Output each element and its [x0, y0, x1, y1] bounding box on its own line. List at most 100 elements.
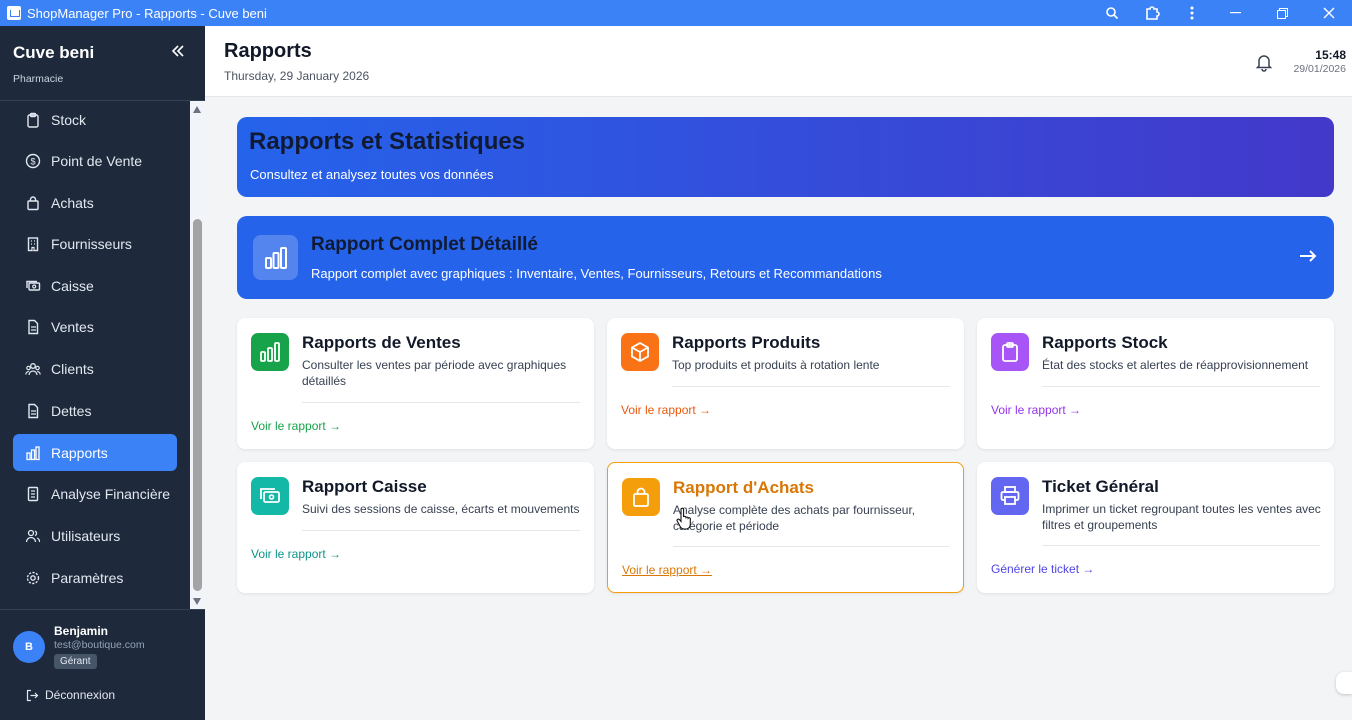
user-role-badge: Gérant: [54, 654, 97, 669]
chart-icon: [253, 235, 298, 280]
sidebar-item-parametres[interactable]: Paramètres: [13, 559, 177, 596]
sidebar-item-rapports[interactable]: Rapports: [13, 434, 177, 471]
sidebar-item-label: Rapports: [51, 444, 108, 461]
hero-subtitle: Consultez et analysez toutes vos données: [250, 167, 494, 182]
card-link[interactable]: Voir le rapport →: [251, 547, 341, 561]
card-description: Consulter les ventes par période avec gr…: [302, 358, 567, 388]
floating-widget-tab[interactable]: [1336, 672, 1352, 694]
user-panel: B Benjamin test@boutique.com Gérant Déco…: [0, 609, 205, 720]
card-link[interactable]: Voir le rapport →: [991, 403, 1081, 417]
card-divider: [673, 546, 949, 547]
clipboard-icon: [27, 112, 39, 128]
sidebar: Cuve beni Pharmacie Stock $ Point de Vent…: [0, 26, 205, 720]
hand-cursor-icon: [676, 507, 692, 535]
sidebar-item-fournisseurs[interactable]: Fournisseurs: [13, 225, 177, 262]
card-title: Rapports Stock: [1042, 333, 1168, 352]
card-title: Rapport d'Achats: [673, 478, 814, 497]
report-card-ventes[interactable]: Rapports de Ventes Consulter les ventes …: [237, 318, 594, 449]
logout-icon: [26, 689, 39, 701]
sidebar-item-ventes[interactable]: Ventes: [13, 308, 177, 345]
document-icon: [28, 319, 39, 334]
cash-icon: [26, 280, 41, 291]
sidebar-item-analyse-financiere[interactable]: Analyse Financière: [13, 475, 177, 512]
users-icon: [25, 362, 41, 375]
sidebar-item-clients[interactable]: Clients: [13, 350, 177, 387]
full-report-title: Rapport Complet Détaillé: [311, 234, 538, 255]
chart-icon: [26, 445, 40, 460]
card-divider: [302, 402, 580, 403]
sidebar-item-label: Utilisateurs: [51, 527, 121, 544]
extension-icon[interactable]: [1132, 0, 1172, 26]
sidebar-item-label: Ventes: [51, 318, 94, 335]
user-group-icon: [25, 529, 41, 542]
page-header: Rapports Thursday, 29 January 2026 15:48…: [205, 26, 1352, 97]
logout-button[interactable]: Déconnexion: [26, 688, 115, 702]
card-divider: [1042, 545, 1320, 546]
card-divider: [1042, 386, 1320, 387]
store-name: Cuve beni: [13, 43, 95, 62]
avatar: B: [13, 631, 45, 663]
shopping-bag-icon: [27, 195, 39, 210]
chart-icon: [251, 333, 289, 371]
bell-icon[interactable]: [1254, 52, 1274, 77]
sidebar-item-label: Analyse Financière: [51, 485, 171, 502]
sidebar-header: Cuve beni Pharmacie: [0, 26, 205, 101]
sidebar-item-caisse[interactable]: Caisse: [13, 267, 177, 304]
shopping-bag-icon: [622, 478, 660, 516]
card-description: Imprimer un ticket regroupant toutes les…: [1042, 502, 1321, 532]
store-type: Pharmacie: [13, 73, 64, 85]
card-link[interactable]: Voir le rapport →: [621, 403, 711, 417]
zoom-icon[interactable]: [1092, 0, 1132, 26]
card-divider: [672, 386, 950, 387]
restore-icon[interactable]: [1259, 0, 1305, 26]
hero-title: Rapports et Statistiques: [249, 128, 526, 155]
box-icon: [621, 333, 659, 371]
window-titlebar: ShopManager Pro - Rapports - Cuve beni: [0, 0, 1352, 26]
dollar-circle-icon: $: [25, 153, 41, 168]
sidebar-item-label: Stock: [51, 111, 87, 128]
report-card-produits[interactable]: Rapports Produits Top produits et produi…: [607, 318, 964, 449]
user-email: test@boutique.com: [54, 639, 145, 651]
sidebar-item-utilisateurs[interactable]: Utilisateurs: [13, 517, 177, 554]
hero-banner: Rapports et Statistiques Consultez et an…: [237, 117, 1334, 197]
sidebar-scrollbar[interactable]: [190, 101, 205, 609]
sidebar-item-label: Clients: [51, 360, 94, 377]
document-icon: [28, 403, 39, 418]
scrollbar-thumb[interactable]: [193, 219, 202, 591]
user-name: Benjamin: [54, 624, 109, 638]
card-description: Analyse complète des achats par fourniss…: [673, 503, 916, 533]
building-icon: [27, 236, 39, 251]
gear-icon: [26, 571, 40, 584]
window-title: ShopManager Pro - Rapports - Cuve beni: [27, 5, 267, 21]
scroll-up-arrow[interactable]: [193, 106, 201, 113]
sidebar-item-point-de-vente[interactable]: $ Point de Vente: [13, 142, 177, 179]
clipboard-icon: [991, 333, 1029, 371]
sidebar-item-achats[interactable]: Achats: [13, 184, 177, 221]
full-report-subtitle: Rapport complet avec graphiques : Invent…: [311, 266, 882, 281]
report-card-achats[interactable]: Rapport d'Achats Analyse complète des ac…: [607, 462, 964, 593]
report-card-caisse[interactable]: Rapport Caisse Suivi des sessions de cai…: [237, 462, 594, 593]
sidebar-item-dettes[interactable]: Dettes: [13, 392, 177, 429]
page-title: Rapports: [224, 40, 312, 62]
page-date: Thursday, 29 January 2026: [224, 69, 370, 83]
scroll-down-arrow[interactable]: [193, 598, 201, 605]
sidebar-item-stock[interactable]: Stock: [13, 101, 177, 138]
collapse-sidebar-icon[interactable]: [171, 44, 185, 63]
svg-text:$: $: [30, 156, 35, 166]
clock-time: 15:48: [1315, 48, 1346, 62]
sidebar-item-label: Caisse: [51, 277, 94, 294]
card-link[interactable]: Générer le ticket →: [991, 562, 1094, 576]
close-icon[interactable]: [1305, 0, 1352, 26]
printer-icon: [991, 477, 1029, 515]
card-divider: [302, 530, 580, 531]
card-description: Suivi des sessions de caisse, écarts et …: [302, 502, 580, 516]
card-title: Ticket Général: [1042, 477, 1159, 496]
report-card-ticket-general[interactable]: Ticket Général Imprimer un ticket regrou…: [977, 462, 1334, 593]
full-report-card[interactable]: Rapport Complet Détaillé Rapport complet…: [237, 216, 1334, 299]
card-link[interactable]: Voir le rapport →: [251, 419, 341, 433]
card-title: Rapport Caisse: [302, 477, 427, 496]
card-link[interactable]: Voir le rapport →: [622, 563, 712, 577]
report-card-stock[interactable]: Rapports Stock État des stocks et alerte…: [977, 318, 1334, 449]
more-menu-icon[interactable]: [1172, 0, 1212, 26]
minimize-icon[interactable]: [1212, 0, 1259, 26]
